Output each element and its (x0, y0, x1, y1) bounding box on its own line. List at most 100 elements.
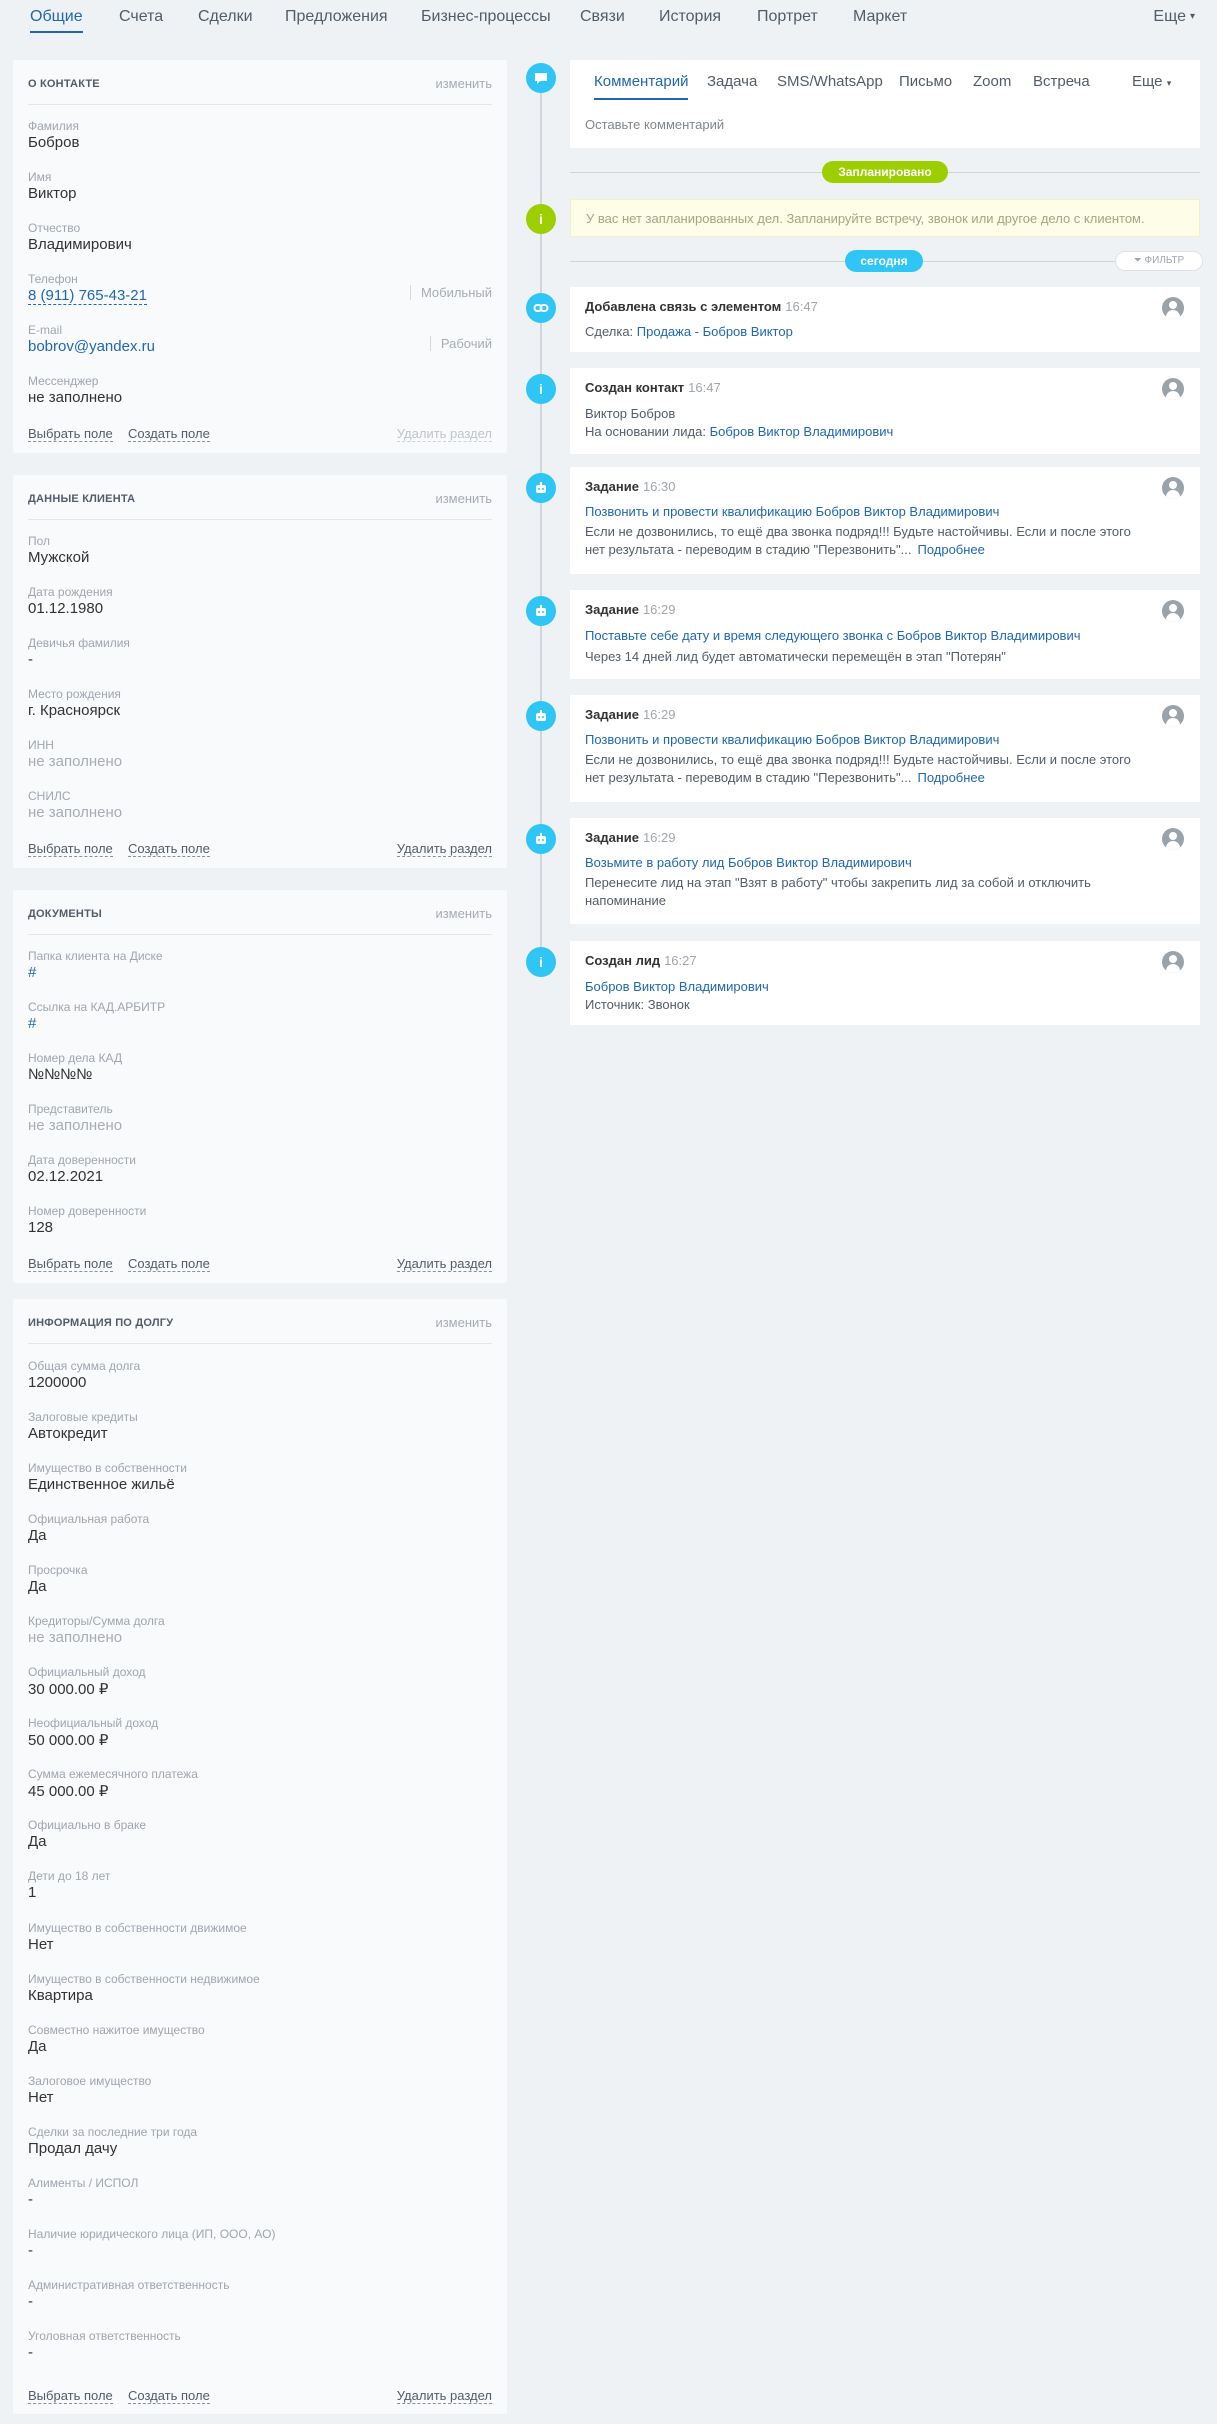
composer-more-label: Еще (1132, 73, 1163, 90)
entry-line: Виктор Бобров (585, 406, 676, 421)
more-link[interactable]: Подробнее (917, 770, 984, 785)
entry-line: Позвонить и провести квалификацию Бобров… (585, 503, 1140, 521)
field-value: не заполнено (28, 804, 123, 821)
phone-link[interactable]: 8 (911) 765-43-21 (28, 287, 147, 305)
avatar[interactable] (1162, 297, 1184, 319)
timeline-entry: Создан контакт 16:47 Виктор Бобров На осн… (570, 368, 1200, 454)
avatar[interactable] (1162, 951, 1184, 973)
entry-line: Поставьте себе дату и время следующего з… (585, 627, 1140, 645)
delete-section-button[interactable]: Удалить раздел (396, 2388, 492, 2404)
create-field-button[interactable]: Создать поле (128, 426, 210, 442)
avatar[interactable] (1162, 378, 1184, 400)
field-label: Официальный доход (28, 1665, 146, 1679)
tab-invoices[interactable]: Счета (119, 8, 163, 26)
more-link[interactable]: Подробнее (917, 542, 984, 557)
field-last-name: Фамилия Бобров (28, 119, 492, 169)
field-label: Фамилия (28, 119, 79, 133)
card-title: О КОНТАКТЕ (28, 78, 100, 90)
field-label: Номер доверенности (28, 1204, 147, 1218)
kad-link[interactable]: # (28, 1015, 36, 1032)
task-link[interactable]: Позвонить и провести квалификацию Бобров… (585, 504, 999, 519)
composer-tab-meeting[interactable]: Встреча (1033, 73, 1090, 90)
tab-quotes[interactable]: Предложения (285, 8, 388, 26)
phone-type: Мобильный (409, 285, 492, 300)
edit-section-button[interactable]: изменить (435, 1315, 492, 1330)
email-link[interactable]: bobrov@yandex.ru (28, 338, 155, 355)
field-gender: Пол Мужской (28, 534, 492, 584)
avatar[interactable] (1162, 600, 1184, 622)
edit-section-button[interactable]: изменить (435, 906, 492, 921)
deal-link[interactable]: Продажа - Бобров Виктор (637, 324, 793, 339)
field-total-debt: Общая сумма долга 1200000 (28, 1359, 492, 1409)
field-value: - (28, 2242, 33, 2259)
lead-link[interactable]: Бобров Виктор Владимирович (585, 979, 769, 994)
disk-folder-link[interactable]: # (28, 964, 36, 981)
entry-line: Перенесите лид на этап "Взят в работу" ч… (585, 875, 1091, 890)
select-field-button[interactable]: Выбрать поле (28, 841, 113, 857)
task-link[interactable]: Позвонить и провести квалификацию Бобров… (585, 732, 999, 747)
create-field-button[interactable]: Создать поле (128, 841, 210, 857)
tab-portrait[interactable]: Портрет (757, 8, 818, 26)
avatar[interactable] (1162, 828, 1184, 850)
entry-title: Задание 16:30 (585, 479, 675, 494)
card-header: О КОНТАКТЕ изменить (28, 60, 492, 105)
field-birth-place: Место рождения г. Красноярск (28, 687, 492, 737)
task-link[interactable]: Возьмите в работу лид Бобров Виктор Влад… (585, 855, 912, 870)
select-field-button[interactable]: Выбрать поле (28, 426, 113, 442)
tab-relations[interactable]: Связи (580, 8, 625, 26)
task-link[interactable]: Поставьте себе дату и время следующего з… (585, 628, 1081, 643)
field-label: Дети до 18 лет (28, 1869, 111, 1883)
field-value: 1200000 (28, 1374, 87, 1391)
composer-tab-comment[interactable]: Комментарий (594, 73, 689, 100)
avatar[interactable] (1162, 705, 1184, 727)
tab-business-processes[interactable]: Бизнес-процессы (421, 8, 551, 26)
field-label: Уголовная ответственность (28, 2329, 181, 2343)
info-icon: i (526, 374, 556, 404)
field-value: - (28, 2191, 33, 2208)
composer-tab-task[interactable]: Задача (707, 73, 757, 90)
field-label: Отчество (28, 221, 81, 235)
avatar[interactable] (1162, 477, 1184, 499)
entry-title: Создан контакт 16:47 (585, 380, 721, 395)
planned-pill: Запланировано (822, 161, 948, 183)
card-footer: Выбрать поле Создать поле Удалить раздел (28, 2388, 492, 2408)
edit-section-button[interactable]: изменить (435, 491, 492, 506)
tab-history[interactable]: История (659, 8, 721, 26)
delete-section-button[interactable]: Удалить раздел (396, 426, 492, 442)
composer-tab-email[interactable]: Письмо (899, 73, 952, 90)
entry-time: 16:27 (664, 953, 697, 968)
comment-input[interactable]: Оставьте комментарий (585, 117, 724, 132)
delete-section-button[interactable]: Удалить раздел (396, 1256, 492, 1272)
composer-tab-sms[interactable]: SMS/WhatsApp (777, 73, 883, 90)
field-label: Дата рождения (28, 585, 113, 599)
create-field-button[interactable]: Создать поле (128, 1256, 210, 1272)
tab-deals[interactable]: Сделки (198, 8, 253, 26)
field-value: 1 (28, 1884, 37, 1901)
lead-link[interactable]: Бобров Виктор Владимирович (710, 424, 894, 439)
tab-market[interactable]: Маркет (853, 8, 907, 26)
card-header: ДАННЫЕ КЛИЕНТА изменить (28, 475, 492, 520)
field-label: Номер дела КАД (28, 1051, 123, 1065)
field-value: Мужской (28, 549, 90, 566)
composer-tab-zoom[interactable]: Zoom (973, 73, 1011, 90)
field-value: Владимирович (28, 236, 132, 253)
field-value: - (28, 2344, 33, 2361)
edit-section-button[interactable]: изменить (435, 76, 492, 91)
create-field-button[interactable]: Создать поле (128, 2388, 210, 2404)
tab-general[interactable]: Общие (30, 8, 83, 33)
select-field-button[interactable]: Выбрать поле (28, 1256, 113, 1272)
timeline-entry: Задание 16:30 Позвонить и провести квалиф… (570, 467, 1200, 574)
field-label: Просрочка (28, 1563, 88, 1577)
field-label: Сделки за последние три года (28, 2125, 198, 2139)
delete-section-button[interactable]: Удалить раздел (396, 841, 492, 857)
field-unofficial-income: Неофициальный доход 50 000.00 ₽ (28, 1716, 492, 1766)
entry-line: Источник: Звонок (585, 997, 690, 1012)
card-title: ДАННЫЕ КЛИЕНТА (28, 493, 136, 505)
select-field-button[interactable]: Выбрать поле (28, 2388, 113, 2404)
field-value: не заполнено (28, 753, 123, 770)
entry-line: напоминание (585, 893, 666, 908)
composer-tab-more[interactable]: Еще ▾ (1132, 73, 1171, 90)
tab-more[interactable]: Еще ▾ (1153, 8, 1195, 26)
filter-button[interactable]: ⏷ ФИЛЬТР (1115, 251, 1203, 271)
field-value: 128 (28, 1219, 54, 1236)
